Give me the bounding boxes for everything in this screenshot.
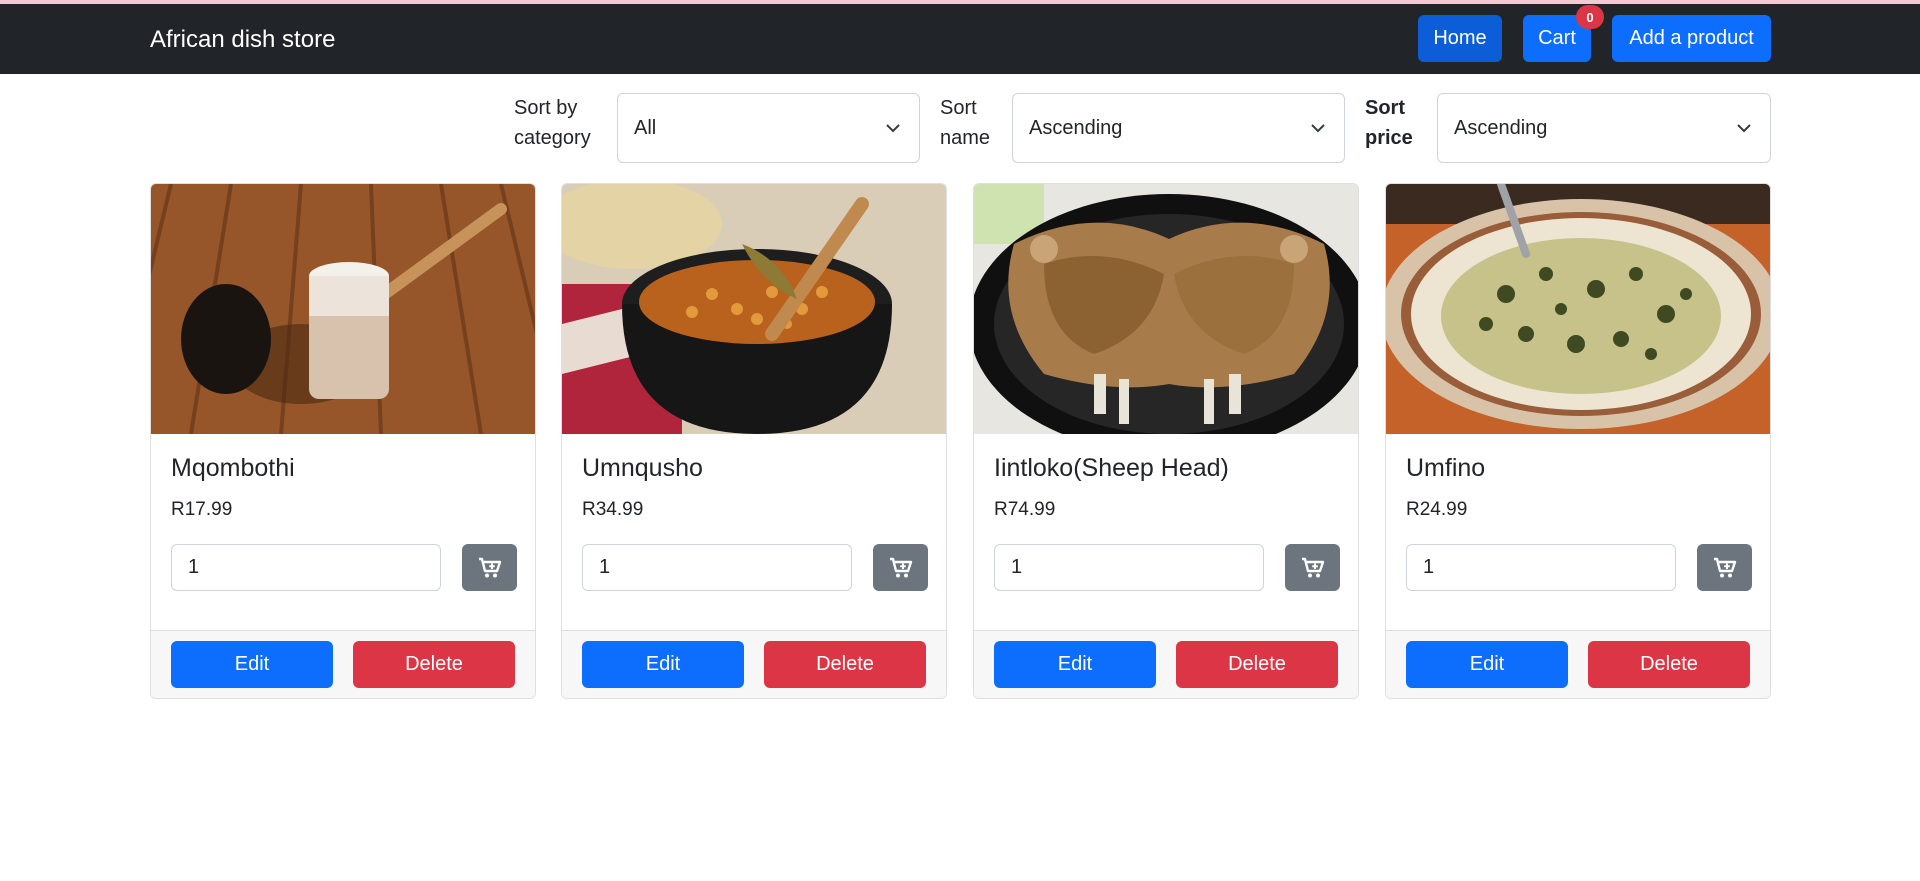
- sort-price-select[interactable]: Ascending: [1437, 93, 1771, 163]
- product-image[interactable]: [562, 184, 946, 434]
- quantity-input[interactable]: [1406, 544, 1676, 591]
- product-image[interactable]: [1386, 184, 1770, 434]
- cart-count-badge: 0: [1576, 5, 1604, 29]
- product-price: R17.99: [171, 499, 233, 520]
- product-name: Umfino: [1406, 454, 1486, 482]
- card-footer: Edit Delete: [974, 630, 1358, 698]
- sort-price-label: Sort price: [1365, 97, 1413, 149]
- home-button[interactable]: Home: [1418, 15, 1502, 62]
- product-price: R74.99: [994, 499, 1056, 520]
- sort-name-select[interactable]: Ascending: [1012, 93, 1345, 163]
- product-card: Umnqusho R34.99 Edit Delete: [561, 183, 947, 699]
- chevron-down-icon: [1311, 124, 1325, 133]
- add-to-cart-button[interactable]: [873, 544, 928, 591]
- product-name: Mqombothi: [171, 454, 295, 482]
- card-footer: Edit Delete: [1386, 630, 1770, 698]
- edit-button[interactable]: Edit: [994, 641, 1156, 688]
- add-product-button[interactable]: Add a product: [1612, 15, 1771, 62]
- delete-button[interactable]: Delete: [1588, 641, 1750, 688]
- sort-name-value: Ascending: [1029, 116, 1123, 139]
- cart-plus-icon: [478, 557, 501, 577]
- quantity-input[interactable]: [171, 544, 441, 591]
- product-name: Umnqusho: [582, 454, 703, 482]
- quantity-input[interactable]: [994, 544, 1264, 591]
- sort-category-label: Sort by category: [514, 97, 591, 149]
- product-card: Mqombothi R17.99 Edit Delete: [150, 183, 536, 699]
- sort-name-label: Sort name: [940, 97, 991, 149]
- edit-button[interactable]: Edit: [582, 641, 744, 688]
- card-footer: Edit Delete: [562, 630, 946, 698]
- edit-button[interactable]: Edit: [1406, 641, 1568, 688]
- sort-price-value: Ascending: [1454, 116, 1548, 139]
- edit-button[interactable]: Edit: [171, 641, 333, 688]
- product-card: Umfino R24.99 Edit Delete: [1385, 183, 1771, 699]
- product-name: Iintloko(Sheep Head): [994, 454, 1229, 482]
- cart-plus-icon: [889, 557, 912, 577]
- add-to-cart-button[interactable]: [462, 544, 517, 591]
- cart-plus-icon: [1713, 557, 1736, 577]
- chevron-down-icon: [886, 124, 900, 133]
- chevron-down-icon: [1737, 124, 1751, 133]
- product-image[interactable]: [974, 184, 1358, 434]
- quantity-input[interactable]: [582, 544, 852, 591]
- delete-button[interactable]: Delete: [764, 641, 926, 688]
- product-price: R34.99: [582, 499, 644, 520]
- navbar: African dish store Home Cart 0 Add a pro…: [0, 4, 1920, 74]
- sort-category-select[interactable]: All: [617, 93, 920, 163]
- sort-category-value: All: [634, 116, 657, 139]
- brand-title[interactable]: African dish store: [150, 26, 335, 54]
- card-footer: Edit Delete: [151, 630, 535, 698]
- add-to-cart-button[interactable]: [1697, 544, 1752, 591]
- add-to-cart-button[interactable]: [1285, 544, 1340, 591]
- product-price: R24.99: [1406, 499, 1468, 520]
- product-image[interactable]: [151, 184, 535, 434]
- delete-button[interactable]: Delete: [1176, 641, 1338, 688]
- cart-plus-icon: [1301, 557, 1324, 577]
- delete-button[interactable]: Delete: [353, 641, 515, 688]
- product-card: Iintloko(Sheep Head) R74.99 Edit Delete: [973, 183, 1359, 699]
